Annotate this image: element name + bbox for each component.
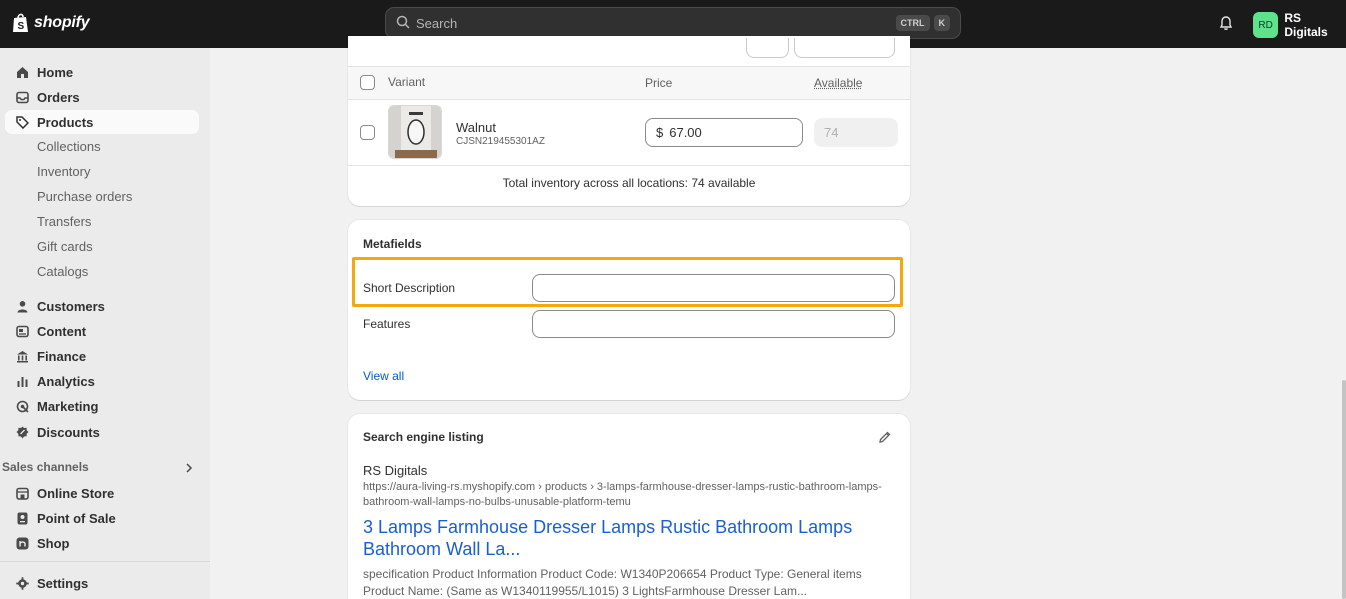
table-row[interactable]: Walnut CJSN219455301AZ $ 67.00 74 xyxy=(348,100,910,166)
shopify-bag-icon: S xyxy=(12,12,30,34)
nav-label: Settings xyxy=(37,576,88,591)
nav-label: Customers xyxy=(37,299,105,314)
currency-symbol: $ xyxy=(656,125,663,140)
seo-url: https://aura-living-rs.myshopify.com › p… xyxy=(363,480,903,510)
nav-purchase-orders[interactable]: Purchase orders xyxy=(37,187,132,207)
nav-finance[interactable]: Finance xyxy=(5,344,199,368)
store-menu[interactable]: RD RS Digitals xyxy=(1253,11,1346,39)
scrollbar-thumb[interactable] xyxy=(1342,380,1346,599)
variant-thumbnail[interactable] xyxy=(388,105,442,159)
seo-page-title[interactable]: 3 Lamps Farmhouse Dresser Lamps Rustic B… xyxy=(363,516,893,560)
chevron-right-icon[interactable] xyxy=(184,462,194,477)
variants-card: Variant Price Available Walnut CJSN21945… xyxy=(348,36,910,206)
total-inventory: Total inventory across all locations: 74… xyxy=(348,176,910,190)
content-icon xyxy=(15,324,29,338)
nav-orders[interactable]: Orders xyxy=(5,85,199,109)
pencil-icon[interactable] xyxy=(878,430,892,447)
view-all-link[interactable]: View all xyxy=(363,369,404,383)
nav-marketing[interactable]: Marketing xyxy=(5,394,199,418)
nav-label: Content xyxy=(37,324,86,339)
variant-sku: CJSN219455301AZ xyxy=(456,136,545,147)
seo-title: Search engine listing xyxy=(363,430,484,444)
nav-label: Analytics xyxy=(37,374,95,389)
column-available[interactable]: Available xyxy=(814,76,862,90)
discount-icon xyxy=(15,425,29,439)
nav-label: Marketing xyxy=(37,399,98,414)
price-value: 67.00 xyxy=(669,125,702,140)
metafield-label-features: Features xyxy=(363,317,410,331)
nav-label: Products xyxy=(37,115,93,130)
shortcut-k: K xyxy=(934,15,951,31)
pos-icon xyxy=(15,511,29,525)
locations-select[interactable] xyxy=(794,38,895,58)
nav-settings[interactable]: Settings xyxy=(5,571,199,595)
price-input[interactable]: $ 67.00 xyxy=(645,118,803,147)
nav-home[interactable]: Home xyxy=(5,60,199,84)
seo-store-name: RS Digitals xyxy=(363,463,427,478)
target-icon xyxy=(15,399,29,413)
variants-table-header: Variant Price Available xyxy=(348,66,910,100)
shop-icon xyxy=(15,536,29,550)
tag-icon xyxy=(15,115,29,129)
store-icon xyxy=(15,486,29,500)
sidebar-divider xyxy=(0,561,210,562)
nav-label: Finance xyxy=(37,349,86,364)
nav-products[interactable]: Products xyxy=(5,110,199,134)
select-all-checkbox[interactable] xyxy=(360,75,375,90)
person-icon xyxy=(15,299,29,313)
sales-channels-label: Sales channels xyxy=(2,460,89,474)
shopify-logo[interactable]: S shopify xyxy=(12,12,90,34)
row-checkbox[interactable] xyxy=(360,125,375,140)
nav-analytics[interactable]: Analytics xyxy=(5,369,199,393)
nav-inventory[interactable]: Inventory xyxy=(37,162,90,182)
nav-label: Point of Sale xyxy=(37,511,116,526)
features-input[interactable] xyxy=(532,310,895,338)
nav-label: Shop xyxy=(37,536,70,551)
nav-discounts[interactable]: Discounts xyxy=(5,420,199,444)
nav-content[interactable]: Content xyxy=(5,319,199,343)
nav-label: Home xyxy=(37,65,73,80)
available-input: 74 xyxy=(814,118,898,147)
nav-catalogs[interactable]: Catalogs xyxy=(37,262,88,282)
nav-point-of-sale[interactable]: Point of Sale xyxy=(5,506,199,530)
nav-label: Online Store xyxy=(37,486,114,501)
nav-label: Orders xyxy=(37,90,80,105)
nav-shop[interactable]: Shop xyxy=(5,531,199,555)
nav-online-store[interactable]: Online Store xyxy=(5,481,199,505)
metafields-title: Metafields xyxy=(363,237,422,251)
seo-card: Search engine listing RS Digitals https:… xyxy=(348,414,910,599)
available-value: 74 xyxy=(824,125,838,140)
bank-icon xyxy=(15,349,29,363)
nav-gift-cards[interactable]: Gift cards xyxy=(37,237,93,257)
bell-icon[interactable] xyxy=(1218,15,1234,34)
nav-collections[interactable]: Collections xyxy=(37,137,101,157)
shortcut-ctrl: CTRL xyxy=(896,15,930,31)
highlight-box xyxy=(352,257,903,307)
variant-name: Walnut xyxy=(456,120,496,135)
metafields-card: Metafields Short Description Features Vi… xyxy=(348,220,910,400)
store-name: RS Digitals xyxy=(1284,11,1346,39)
column-variant: Variant xyxy=(388,75,425,89)
search-filter-button[interactable] xyxy=(746,38,789,58)
inbox-icon xyxy=(15,90,29,104)
nav-label: Discounts xyxy=(37,425,100,440)
bar-chart-icon xyxy=(15,374,29,388)
gear-icon xyxy=(15,576,29,590)
nav-transfers[interactable]: Transfers xyxy=(37,212,91,232)
svg-text:S: S xyxy=(18,21,25,32)
column-price: Price xyxy=(645,76,672,90)
search-bar[interactable]: Search CTRL K xyxy=(385,7,961,39)
nav-customers[interactable]: Customers xyxy=(5,294,199,318)
search-placeholder: Search xyxy=(416,16,892,31)
brand-name: shopify xyxy=(34,14,90,32)
search-icon xyxy=(396,15,410,32)
seo-description: specification Product Information Produc… xyxy=(363,566,898,599)
home-icon xyxy=(15,65,29,79)
store-avatar: RD xyxy=(1253,12,1278,38)
